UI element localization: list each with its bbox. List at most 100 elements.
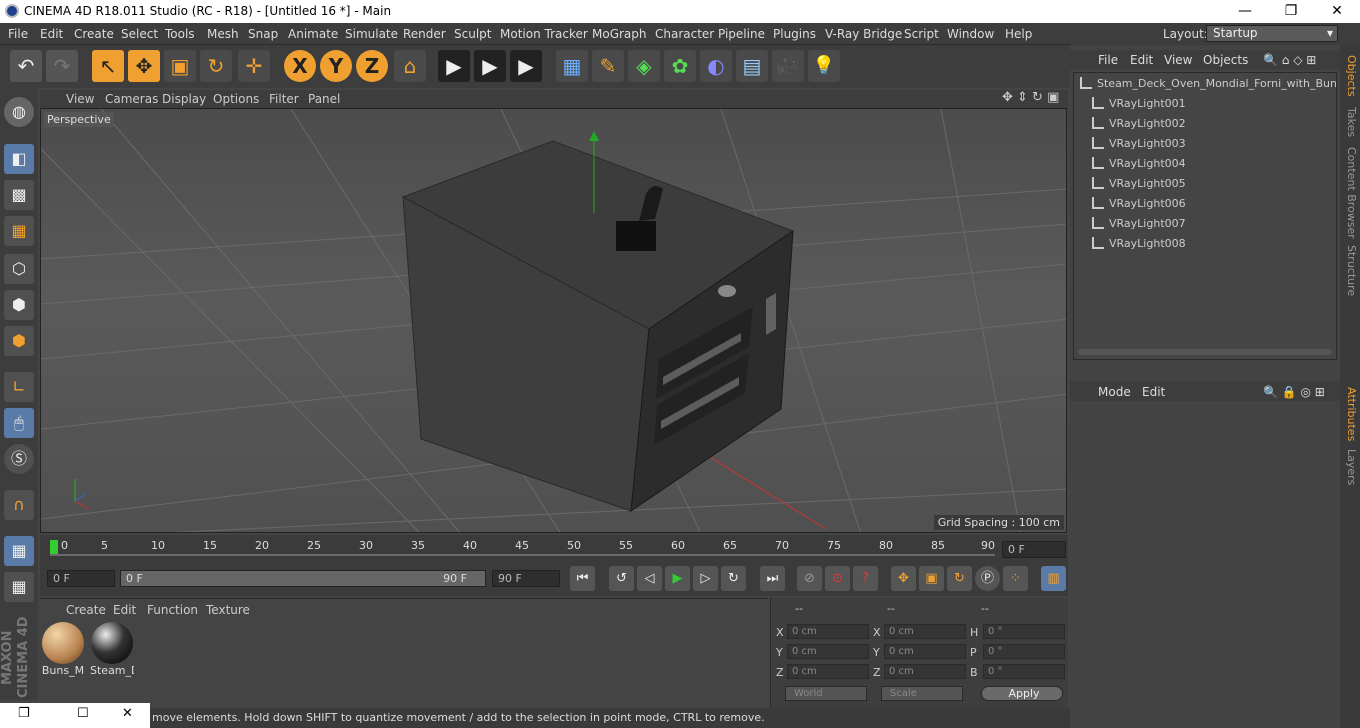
material-item[interactable]: Buns_M: [41, 622, 85, 678]
key-pla-button[interactable]: ⁘: [1003, 566, 1028, 591]
attr-menu-mode[interactable]: Mode: [1098, 385, 1131, 399]
workplane-lock-button[interactable]: ▦: [4, 536, 34, 566]
deformer-button[interactable]: ◐: [700, 50, 732, 82]
pen-spline-button[interactable]: ✎: [592, 50, 624, 82]
key-rotation-button[interactable]: ↻: [947, 566, 972, 591]
current-frame-field[interactable]: 0 F: [1002, 541, 1066, 558]
make-editable-button[interactable]: ◍: [4, 97, 34, 127]
undo-button[interactable]: ↶: [10, 50, 42, 82]
menu-snap[interactable]: Snap: [248, 27, 278, 41]
material-item[interactable]: Steam_D: [90, 622, 134, 678]
obj-menu-edit[interactable]: Edit: [1130, 53, 1153, 67]
z-axis-lock-button[interactable]: Z: [356, 50, 388, 82]
maximize-button[interactable]: ❐: [1268, 0, 1314, 23]
start-frame-field[interactable]: 0 F: [47, 570, 115, 587]
tab-layers[interactable]: Layers: [1342, 449, 1358, 485]
render-settings-button[interactable]: ▶: [510, 50, 542, 82]
points-mode-button[interactable]: ⬡: [4, 254, 34, 284]
layout-dropdown[interactable]: Startup: [1206, 25, 1338, 42]
restore-window-icon[interactable]: ❐: [18, 706, 30, 721]
coord-scale-dropdown[interactable]: Scale: [881, 686, 963, 701]
end-frame-field[interactable]: 90 F: [492, 570, 560, 587]
close-window-icon[interactable]: ✕: [122, 706, 133, 721]
model-mode-button[interactable]: ◧: [4, 144, 34, 174]
key-scale-button[interactable]: ▣: [919, 566, 944, 591]
menu-animate[interactable]: Animate: [288, 27, 338, 41]
menu-help[interactable]: Help: [1005, 27, 1032, 41]
render-view-button[interactable]: ▶: [438, 50, 470, 82]
obj-header-icons[interactable]: 🔍 ⌂ ◇ ⊞: [1263, 53, 1316, 67]
object-row[interactable]: VRayLight004: [1074, 154, 1336, 174]
mograph-cloner-button[interactable]: ✿: [664, 50, 696, 82]
record-keys-button[interactable]: ⊘: [797, 566, 822, 591]
menu-file[interactable]: File: [8, 27, 28, 41]
key-position-button[interactable]: ✥: [891, 566, 916, 591]
frame-range-slider[interactable]: 0 F 90 F: [120, 570, 486, 587]
attr-menu-edit[interactable]: Edit: [1142, 385, 1165, 399]
menu-motion-tracker[interactable]: Motion Tracker: [500, 27, 588, 41]
mat-menu-create[interactable]: Create: [66, 603, 106, 617]
menu-pipeline[interactable]: Pipeline: [718, 27, 765, 41]
play-button[interactable]: ▶: [665, 566, 690, 591]
object-row[interactable]: VRayLight006: [1074, 194, 1336, 214]
menu-select[interactable]: Select: [121, 27, 158, 41]
menu-mograph[interactable]: MoGraph: [592, 27, 647, 41]
next-keyframe-button[interactable]: ↻: [721, 566, 746, 591]
keyframe-selection-button[interactable]: ?: [853, 566, 878, 591]
timeline-ruler[interactable]: 0 5 10 15 20 25 30 35 40 45 50 55 60 65 …: [40, 535, 1068, 562]
polygons-mode-button[interactable]: ⬢: [4, 326, 34, 356]
close-button[interactable]: ✕: [1314, 0, 1360, 23]
obj-menu-file[interactable]: File: [1098, 53, 1118, 67]
menu-tools[interactable]: Tools: [165, 27, 195, 41]
key-parameter-button[interactable]: Ⓟ: [975, 566, 1000, 591]
mat-menu-function[interactable]: Function: [147, 603, 198, 617]
rotate-tool-button[interactable]: ↻: [200, 50, 232, 82]
coord-rot-h-field[interactable]: 0 °: [983, 624, 1065, 639]
coord-size-y-field[interactable]: 0 cm: [884, 644, 966, 659]
coord-pos-x-field[interactable]: 0 cm: [787, 624, 869, 639]
previous-frame-button[interactable]: ◁: [637, 566, 662, 591]
object-row[interactable]: VRayLight002: [1074, 114, 1336, 134]
coord-rot-b-field[interactable]: 0 °: [983, 664, 1065, 679]
y-axis-lock-button[interactable]: Y: [320, 50, 352, 82]
obj-menu-objects[interactable]: Objects: [1203, 53, 1248, 67]
coord-size-x-field[interactable]: 0 cm: [884, 624, 966, 639]
vp-menu-cameras[interactable]: Cameras: [105, 92, 158, 106]
tab-structure[interactable]: Structure: [1342, 245, 1358, 296]
coord-pos-y-field[interactable]: 0 cm: [787, 644, 869, 659]
go-to-start-button[interactable]: ⏮: [570, 566, 595, 591]
coord-rot-p-field[interactable]: 0 °: [983, 644, 1065, 659]
timeline-window-button[interactable]: ▥: [1041, 566, 1066, 591]
texture-mode-button[interactable]: ▩: [4, 180, 34, 210]
go-to-end-button[interactable]: ⏭: [760, 566, 785, 591]
object-row[interactable]: VRayLight007: [1074, 214, 1336, 234]
attr-header-icons[interactable]: 🔍 🔒 ◎ ⊞: [1263, 385, 1325, 399]
render-picture-viewer-button[interactable]: ▶: [474, 50, 506, 82]
menu-sculpt[interactable]: Sculpt: [454, 27, 491, 41]
playhead[interactable]: [50, 540, 58, 554]
previous-keyframe-button[interactable]: ↺: [609, 566, 634, 591]
live-select-button[interactable]: ↖: [92, 50, 124, 82]
vp-menu-view[interactable]: View: [66, 92, 94, 106]
coord-mode-dropdown[interactable]: World: [785, 686, 867, 701]
menu-plugins[interactable]: Plugins: [773, 27, 816, 41]
recent-tool-button[interactable]: ✛: [238, 50, 270, 82]
mat-menu-texture[interactable]: Texture: [206, 603, 250, 617]
camera-button[interactable]: 🎥: [772, 50, 804, 82]
workplane-align-button[interactable]: ▦: [4, 572, 34, 602]
object-row[interactable]: VRayLight003: [1074, 134, 1336, 154]
minimized-window[interactable]: ❐ ☐ ✕: [0, 703, 150, 728]
menu-window[interactable]: Window: [947, 27, 994, 41]
vp-menu-options[interactable]: Options: [213, 92, 259, 106]
menu-render[interactable]: Render: [403, 27, 446, 41]
menu-mesh[interactable]: Mesh: [207, 27, 239, 41]
viewport-nav-icons[interactable]: ✥ ⇕ ↻ ▣: [1002, 90, 1059, 105]
tweak-mode-button[interactable]: 🖱: [4, 408, 34, 438]
move-tool-button[interactable]: ✥: [128, 50, 160, 82]
light-button[interactable]: 💡: [808, 50, 840, 82]
x-axis-lock-button[interactable]: X: [284, 50, 316, 82]
cube-primitive-button[interactable]: ▦: [556, 50, 588, 82]
vp-menu-panel[interactable]: Panel: [308, 92, 340, 106]
horizontal-scrollbar[interactable]: [1078, 349, 1332, 355]
next-frame-button[interactable]: ▷: [693, 566, 718, 591]
